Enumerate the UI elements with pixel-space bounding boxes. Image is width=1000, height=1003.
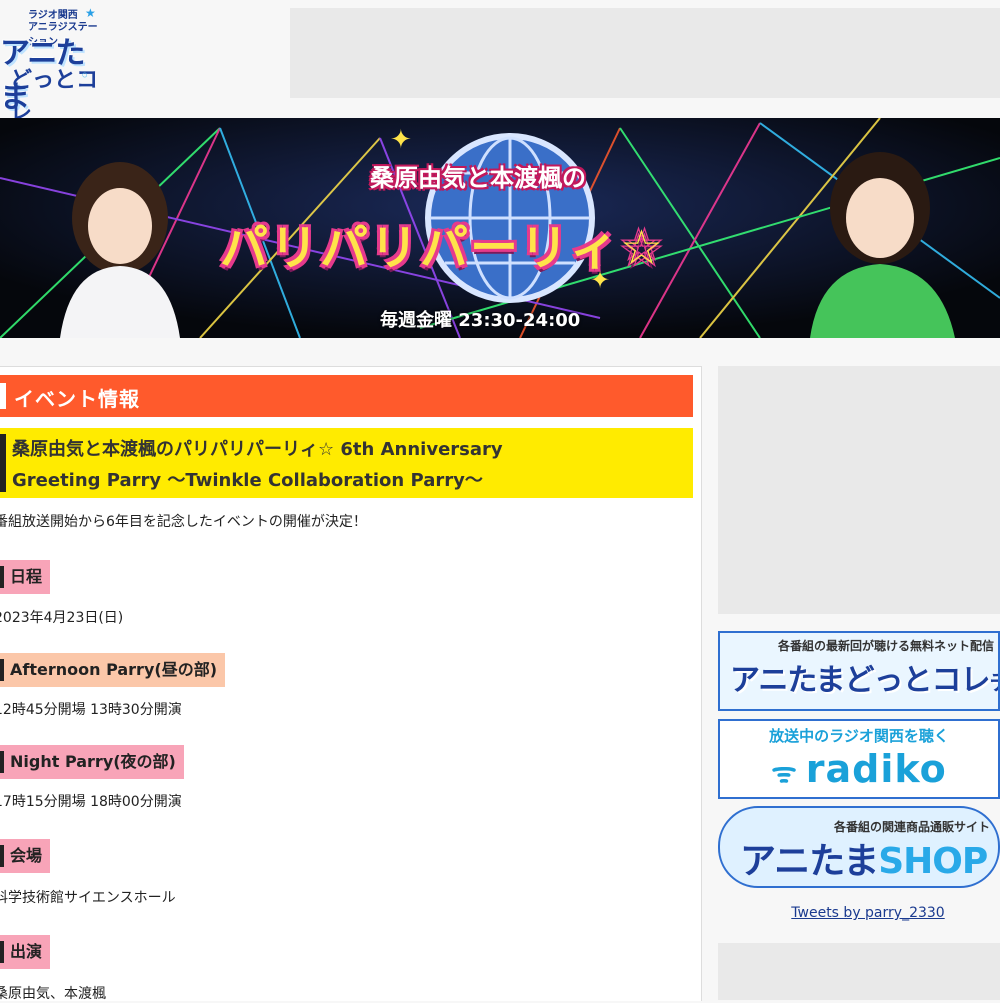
event-description: 番組放送開始から6年目を記念したイベントの開催が決定！: [0, 511, 367, 531]
banner-title: パリパリパーリィ☆: [220, 208, 665, 278]
channel-banner-caption: 各番組の最新回が聴ける無料ネット配信: [778, 637, 994, 654]
label-accent-bar: [0, 845, 4, 867]
banner-schedule: 毎週金曜 23:30-24:00: [380, 306, 580, 332]
label-afternoon: Afternoon Parry(昼の部): [0, 653, 225, 687]
program-banner: ✦ ✦ 桑原由気と本渡楓の パリパリパーリィ☆ 毎週金曜 23:30-24:00: [0, 118, 1000, 338]
banner-subtitle: 桑原由気と本渡楓の: [370, 158, 586, 193]
event-title-line-2: Greeting Parry 〜Twinkle Collaboration Pa…: [12, 470, 483, 491]
dot-icon: ◦: [80, 66, 89, 85]
event-title-line-1: 桑原由気と本渡楓のパリパリパーリィ☆ 6th Anniversary: [12, 439, 503, 460]
night-time: 17時15分開場 18時00分開演: [0, 791, 182, 811]
label-text: 会場: [10, 846, 42, 865]
shop-banner-title-text: アニたま: [740, 841, 878, 882]
label-accent-bar: [0, 566, 4, 588]
schedule-date: 2023年4月23日(日): [0, 607, 123, 627]
svg-text:✦: ✦: [390, 125, 412, 155]
label-text: Afternoon Parry(昼の部): [10, 660, 217, 679]
radiko-banner-logo: ᯤradiko: [720, 747, 998, 791]
radiko-banner-caption: 放送中のラジオ関西を聴く: [720, 725, 998, 746]
sidebar-ad-slot-2: [718, 943, 1000, 1000]
twitter-timeline-link[interactable]: Tweets by parry_2330: [718, 905, 1000, 921]
label-accent-bar: [0, 751, 4, 773]
channel-banner-title-text: アニたまどっとコレ: [730, 663, 990, 698]
sidebar-ad-slot: [718, 366, 1000, 614]
channel-banner-suffix: チャンネル: [990, 671, 1000, 696]
label-text: 出演: [10, 942, 42, 961]
event-title-text: 桑原由気と本渡楓のパリパリパーリィ☆ 6th Anniversary Greet…: [12, 434, 652, 496]
afternoon-time: 12時45分開場 13時30分開演: [0, 699, 182, 719]
label-night: Night Parry(夜の部): [0, 745, 184, 779]
site-logo[interactable]: ラジオ関西 アニラジステーション ★ アニたま どっとコレ ◦: [0, 6, 100, 116]
label-text: Night Parry(夜の部): [10, 752, 176, 771]
host-photo-right: [790, 128, 960, 338]
channel-banner-link[interactable]: 各番組の最新回が聴ける無料ネット配信 アニたまどっとコレチャンネル: [718, 631, 1000, 711]
label-cast: 出演: [0, 935, 50, 969]
venue-name: 科学技術館サイエンスホール: [0, 887, 176, 907]
wifi-icon: ᯤ: [771, 756, 798, 789]
channel-banner-title: アニたまどっとコレチャンネル: [730, 655, 1000, 699]
main-content: イベント情報 桑原由気と本渡楓のパリパリパーリィ☆ 6th Anniversar…: [0, 366, 702, 1001]
radiko-wordmark: radiko: [806, 747, 947, 791]
header-ad-slot: [290, 8, 1000, 98]
section-heading: イベント情報: [0, 375, 693, 417]
event-title: 桑原由気と本渡楓のパリパリパーリィ☆ 6th Anniversary Greet…: [0, 428, 693, 498]
shop-banner-link[interactable]: 各番組の関連商品通販サイト アニたまSHOP: [718, 806, 1000, 888]
label-schedule: 日程: [0, 560, 50, 594]
shop-banner-suffix: SHOP: [878, 841, 987, 882]
host-photo-left: [40, 138, 190, 338]
radiko-banner-link[interactable]: 放送中のラジオ関西を聴く ᯤradiko: [718, 719, 1000, 799]
cast-names: 桑原由気、本渡楓: [0, 983, 106, 1003]
label-accent-bar: [0, 941, 4, 963]
label-accent-bar: [0, 659, 4, 681]
site-header: ラジオ関西 アニラジステーション ★ アニたま どっとコレ ◦: [0, 0, 1000, 118]
label-venue: 会場: [0, 839, 50, 873]
section-heading-text: イベント情報: [14, 383, 140, 412]
star-icon: ★: [85, 6, 96, 20]
shop-banner-title: アニたまSHOP: [740, 832, 987, 884]
label-text: 日程: [10, 567, 42, 586]
heading-accent-bar: [0, 383, 6, 409]
title-accent-bar: [0, 434, 6, 492]
